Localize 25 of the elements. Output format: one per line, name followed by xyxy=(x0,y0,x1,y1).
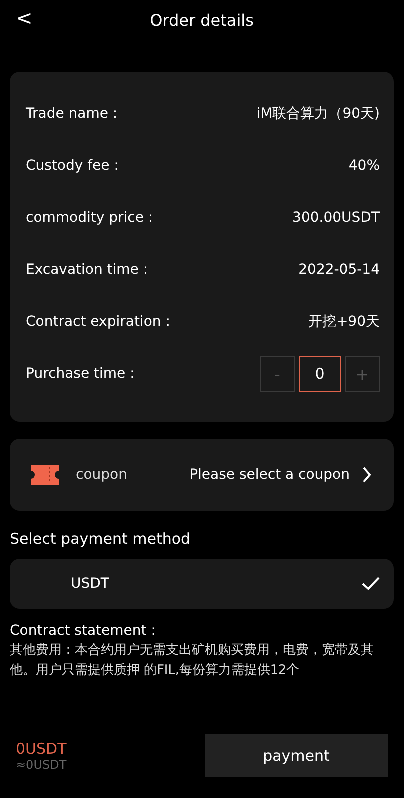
detail-label: Purchase time : xyxy=(26,366,135,382)
detail-label: Trade name : xyxy=(26,106,118,122)
detail-value: 300.00USDT xyxy=(292,210,380,226)
detail-value: 40% xyxy=(348,158,380,174)
detail-value: 开挖+90天 xyxy=(308,313,380,331)
ticket-icon xyxy=(31,465,59,485)
detail-label: Excavation time : xyxy=(26,262,148,278)
chevron-right-icon xyxy=(362,467,372,483)
detail-value: iM联合算力（90天) xyxy=(256,105,380,123)
statement-title: Contract statement : xyxy=(10,623,157,639)
back-button[interactable]: < xyxy=(12,6,37,30)
detail-value: 2022-05-14 xyxy=(298,262,380,278)
total-price: 0USDT xyxy=(16,740,67,758)
detail-label: Custody fee : xyxy=(26,158,119,174)
checkmark-icon xyxy=(362,577,380,591)
payment-button[interactable]: payment xyxy=(205,734,388,777)
payment-option[interactable]: USDT xyxy=(10,559,394,609)
detail-label: commodity price : xyxy=(26,210,154,226)
section-heading: Select payment method xyxy=(10,530,192,548)
approx-price: ≈0USDT xyxy=(16,758,67,772)
detail-label: Contract expiration : xyxy=(26,314,170,330)
coupon-selector[interactable]: coupon Please select a coupon xyxy=(10,439,394,511)
statement-text: 其他费用：本合约用户无需支出矿机购买费用，电费，宽带及其他。用户只需提供质押 的FIL,每份算力需提供12个 xyxy=(10,642,375,680)
quantity-field[interactable]: 0 xyxy=(299,356,341,392)
page-title: Order details xyxy=(150,10,254,30)
